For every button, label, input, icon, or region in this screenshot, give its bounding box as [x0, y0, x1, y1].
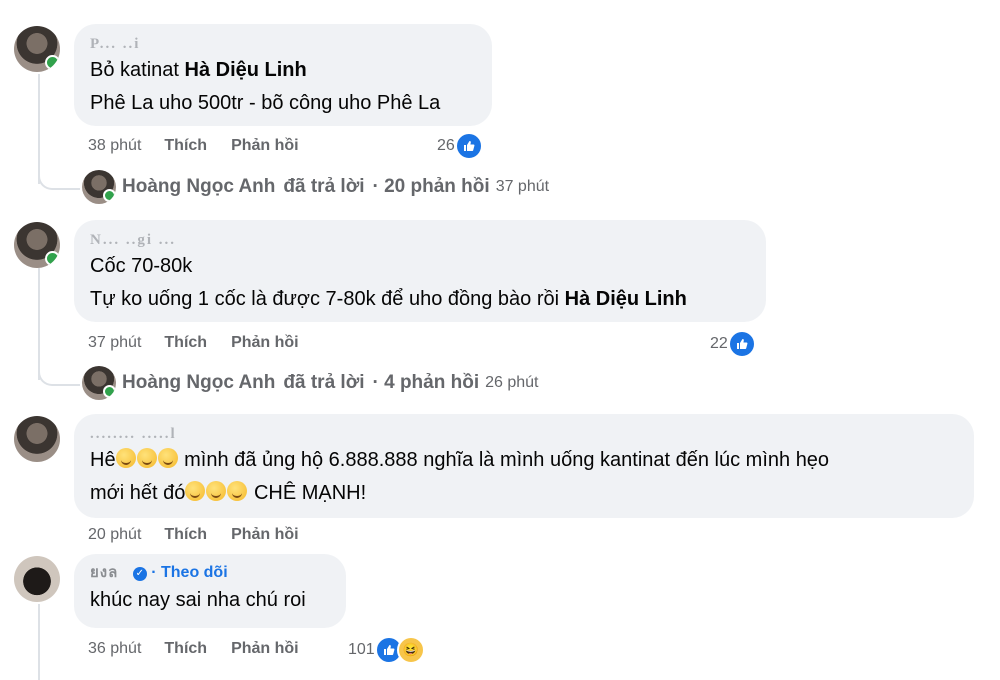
thread-curve [38, 150, 80, 190]
reaction-number: 22 [710, 335, 728, 352]
avatar[interactable] [14, 26, 60, 72]
reply-author: Hoàng Ngọc Anh [122, 372, 276, 393]
thread-line [38, 604, 40, 680]
grinning-emoji [157, 448, 178, 468]
text-span: CHÊ MẠNH! [248, 482, 367, 504]
comment-time[interactable]: 38 phút [88, 137, 141, 155]
reply-time: 26 phút [485, 374, 539, 391]
reply-action: đã trả lời [283, 176, 365, 197]
comment-meta: 20 phút Thích Phản hồi [88, 526, 299, 544]
reaction-number: 26 [437, 137, 455, 154]
like-button[interactable]: Thích [164, 640, 207, 658]
like-button[interactable]: Thích [164, 137, 207, 155]
comment-text: Phê La uho 500tr - bõ công uho Phê La [90, 92, 441, 114]
text-span: mới hết đó [90, 482, 186, 504]
like-button[interactable]: Thích [164, 526, 207, 544]
comment-time[interactable]: 20 phút [88, 526, 141, 544]
text-span: Tự ko uống 1 cốc là được 7-80k để uho đồ… [90, 288, 565, 310]
online-indicator [45, 55, 60, 70]
reply-button[interactable]: Phản hồi [231, 640, 299, 658]
mention-link[interactable]: Hà Diệu Linh [185, 59, 307, 81]
like-icon [454, 132, 483, 160]
online-indicator [103, 189, 116, 202]
reply-count: · 4 phản hồi [372, 372, 480, 393]
reaction-count[interactable]: 22 [710, 330, 756, 358]
avatar[interactable] [14, 416, 60, 462]
grinning-emoji [115, 448, 136, 468]
reply-button[interactable]: Phản hồi [231, 526, 299, 544]
comment-bubble: N... ..gi ... Cốc 70-80k Tự ko uống 1 cố… [74, 220, 766, 322]
comment-text: mới hết đó CHÊ MẠNH! [90, 477, 958, 510]
comment-text: Hê mình đã ủng hộ 6.888.888 nghĩa là mìn… [90, 444, 958, 477]
text-span: Hê [90, 449, 116, 471]
comment-author[interactable]: N... ..gi ... [90, 230, 750, 250]
grinning-emoji [136, 448, 157, 468]
reply-action: đã trả lời [283, 372, 365, 393]
comment-author[interactable]: ยงล [90, 565, 118, 581]
like-button[interactable]: Thích [164, 334, 207, 352]
comment-meta: 36 phút Thích Phản hồi [88, 640, 299, 658]
grinning-emoji [206, 481, 227, 501]
reply-button[interactable]: Phản hồi [231, 334, 299, 352]
avatar[interactable] [14, 222, 60, 268]
avatar[interactable] [14, 556, 60, 602]
reaction-count[interactable]: 26 [437, 132, 483, 160]
comment-text: Tự ko uống 1 cốc là được 7-80k để uho đồ… [90, 283, 750, 316]
reply-button[interactable]: Phản hồi [231, 137, 299, 155]
comment-author[interactable]: ........ .....l [90, 424, 958, 444]
like-icon [727, 330, 756, 358]
reply-author: Hoàng Ngọc Anh [122, 176, 276, 197]
comment-text: khúc nay sai nha chú roi [90, 589, 306, 611]
mention-link[interactable]: Hà Diệu Linh [565, 288, 687, 310]
comment-time[interactable]: 37 phút [88, 334, 141, 352]
grinning-emoji [227, 481, 248, 501]
online-indicator [45, 251, 60, 266]
reaction-number: 101 [348, 641, 375, 658]
reply-count: · 20 phản hồi [372, 176, 490, 197]
online-indicator [103, 385, 116, 398]
comment-bubble: P... ..i Bỏ katinat Hà Diệu Linh Phê La … [74, 24, 492, 126]
haha-icon: 😆 [396, 636, 425, 664]
grinning-emoji [185, 481, 206, 501]
comment-author[interactable]: P... ..i [90, 34, 476, 54]
comment-bubble: ยงล ✓ · Theo dõi khúc nay sai nha chú ro… [74, 554, 346, 628]
view-replies[interactable]: Hoàng Ngọc Anh đã trả lời · 4 phản hồi 2… [122, 372, 539, 394]
reply-time: 37 phút [495, 178, 550, 195]
comment-text: Bỏ katinat Hà Diệu Linh [90, 54, 476, 87]
comment-text: Cốc 70-80k [90, 255, 193, 277]
reply-avatar[interactable] [82, 170, 116, 204]
view-replies[interactable]: Hoàng Ngọc Anh đã trả lời · 20 phản hồi … [122, 176, 549, 198]
thread-curve [38, 346, 80, 386]
comment-time[interactable]: 36 phút [88, 640, 141, 658]
reaction-count[interactable]: 101 😆 [348, 636, 425, 664]
comment-header: ยงล ✓ · Theo dõi [90, 562, 330, 584]
follow-link[interactable]: · Theo dõi [151, 564, 227, 581]
reply-avatar[interactable] [82, 366, 116, 400]
comment-bubble: ........ .....l Hê mình đã ủng hộ 6.888.… [74, 414, 974, 518]
text-span: mình đã ủng hộ 6.888.888 nghĩa là mình u… [178, 449, 830, 471]
verified-icon: ✓ [132, 567, 147, 581]
comment-meta: 37 phút Thích Phản hồi [88, 334, 299, 352]
comment-meta: 38 phút Thích Phản hồi [88, 137, 299, 155]
text-span: Bỏ katinat [90, 59, 185, 81]
